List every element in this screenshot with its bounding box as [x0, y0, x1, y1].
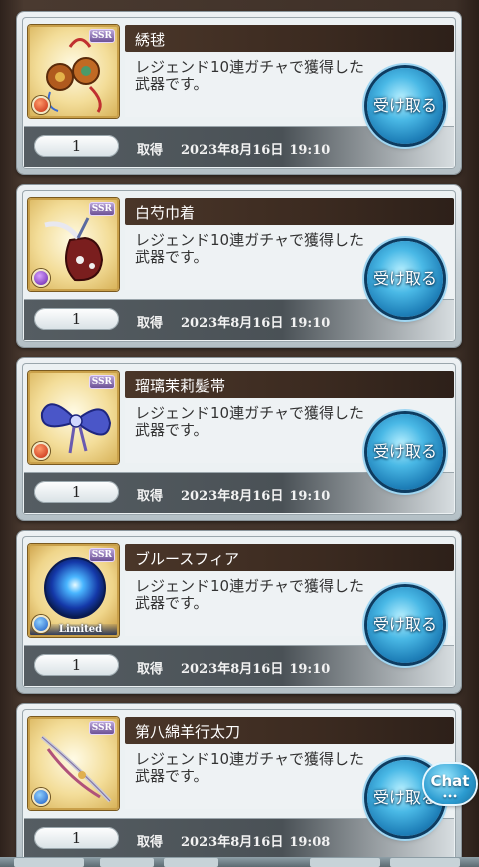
acquired-info: 取得 2023年8月16日 19:10: [137, 485, 348, 504]
bottom-nav-button[interactable]: [14, 858, 84, 867]
weapon-thumbnail[interactable]: SSR: [28, 198, 119, 291]
acquired-time: 19:10: [289, 143, 331, 158]
item-quantity: 1: [34, 481, 119, 503]
item-name: 白芍巾着: [135, 204, 196, 222]
ssr-rarity-badge: SSR: [88, 29, 115, 43]
acquired-label: 取得: [137, 316, 164, 331]
acquired-label: 取得: [137, 835, 164, 850]
weapon-thumbnail[interactable]: SSR: [28, 717, 119, 810]
gift-item-card: SSR 第八綿羊行太刀 レジェンド10連ガチャで獲得した武器です。 1 取得 20…: [17, 704, 461, 866]
acquired-time: 19:10: [289, 316, 331, 331]
acquired-info: 取得 2023年8月16日 19:10: [137, 312, 348, 331]
water-element-icon: [32, 615, 50, 633]
item-quantity: 1: [34, 827, 119, 849]
item-title-bar: 瑠璃茉莉髪帯: [125, 371, 454, 398]
acquired-date: 2023年8月16日: [181, 143, 284, 158]
ssr-rarity-badge: SSR: [88, 721, 115, 735]
item-description: レジェンド10連ガチャで獲得した武器です。: [135, 750, 364, 785]
item-name: 綉毬: [135, 31, 166, 49]
chat-label: Chat: [430, 772, 470, 790]
fire-element-icon: [32, 96, 50, 114]
fire-element-icon: [32, 442, 50, 460]
ssr-rarity-badge: SSR: [88, 202, 115, 216]
gift-item-card: SSR 綉毬 レジェンド10連ガチャで獲得した武器です。 1 取得 2023年8月…: [17, 12, 461, 174]
acquired-time: 19:10: [289, 489, 331, 504]
acquired-time: 19:08: [289, 835, 331, 850]
acquired-info: 取得 2023年8月16日 19:10: [137, 658, 348, 677]
gift-item-card: SSR 白芍巾着 レジェンド10連ガチャで獲得した武器です。 1 取得 2023年…: [17, 185, 461, 347]
bottom-nav-button[interactable]: [164, 858, 218, 867]
dark-element-icon: [32, 269, 50, 287]
item-name: ブルースフィア: [135, 550, 239, 568]
item-quantity: 1: [34, 135, 119, 157]
acquired-date: 2023年8月16日: [181, 489, 284, 504]
chat-button[interactable]: Chat •••: [424, 764, 476, 804]
item-description: レジェンド10連ガチャで獲得した武器です。: [135, 231, 364, 266]
ssr-rarity-badge: SSR: [88, 375, 115, 389]
acquired-date: 2023年8月16日: [181, 662, 284, 677]
claim-button[interactable]: 受け取る: [367, 68, 443, 144]
bottom-nav-bar: [0, 857, 479, 867]
weapon-thumbnail[interactable]: SSR: [28, 371, 119, 464]
acquired-info: 取得 2023年8月16日 19:08: [137, 831, 348, 850]
acquired-label: 取得: [137, 489, 164, 504]
gift-list: SSR 綉毬 レジェンド10連ガチャで獲得した武器です。 1 取得 2023年8月…: [0, 0, 479, 867]
item-title-bar: 白芍巾着: [125, 198, 454, 225]
item-quantity: 1: [34, 654, 119, 676]
bottom-nav-button[interactable]: [100, 858, 154, 867]
item-quantity: 1: [34, 308, 119, 330]
item-name: 瑠璃茉莉髪帯: [135, 377, 226, 395]
item-name: 第八綿羊行太刀: [135, 723, 241, 741]
acquired-date: 2023年8月16日: [181, 316, 284, 331]
weapon-thumbnail[interactable]: SSR Limited: [28, 544, 119, 637]
item-title-bar: 第八綿羊行太刀: [125, 717, 454, 744]
item-title-bar: ブルースフィア: [125, 544, 454, 571]
ssr-rarity-badge: SSR: [88, 548, 115, 562]
acquired-label: 取得: [137, 143, 164, 158]
bottom-nav-button[interactable]: [390, 858, 460, 867]
claim-button[interactable]: 受け取る: [367, 241, 443, 317]
acquired-info: 取得 2023年8月16日 19:10: [137, 139, 348, 158]
claim-button[interactable]: 受け取る: [367, 587, 443, 663]
weapon-thumbnail[interactable]: SSR: [28, 25, 119, 118]
chat-dots: •••: [442, 792, 458, 801]
item-description: レジェンド10連ガチャで獲得した武器です。: [135, 58, 364, 93]
gift-item-card: SSR Limited ブルースフィア レジェンド10連ガチャで獲得した武器です…: [17, 531, 461, 693]
item-description: レジェンド10連ガチャで獲得した武器です。: [135, 404, 364, 439]
claim-button[interactable]: 受け取る: [367, 414, 443, 490]
acquired-date: 2023年8月16日: [181, 835, 284, 850]
acquired-time: 19:10: [289, 662, 331, 677]
item-description: レジェンド10連ガチャで獲得した武器です。: [135, 577, 364, 612]
water-element-icon: [32, 788, 50, 806]
acquired-label: 取得: [137, 662, 164, 677]
item-title-bar: 綉毬: [125, 25, 454, 52]
bottom-nav-button[interactable]: [310, 858, 380, 867]
gift-item-card: SSR 瑠璃茉莉髪帯 レジェンド10連ガチャで獲得した武器です。 1 取得 202…: [17, 358, 461, 520]
